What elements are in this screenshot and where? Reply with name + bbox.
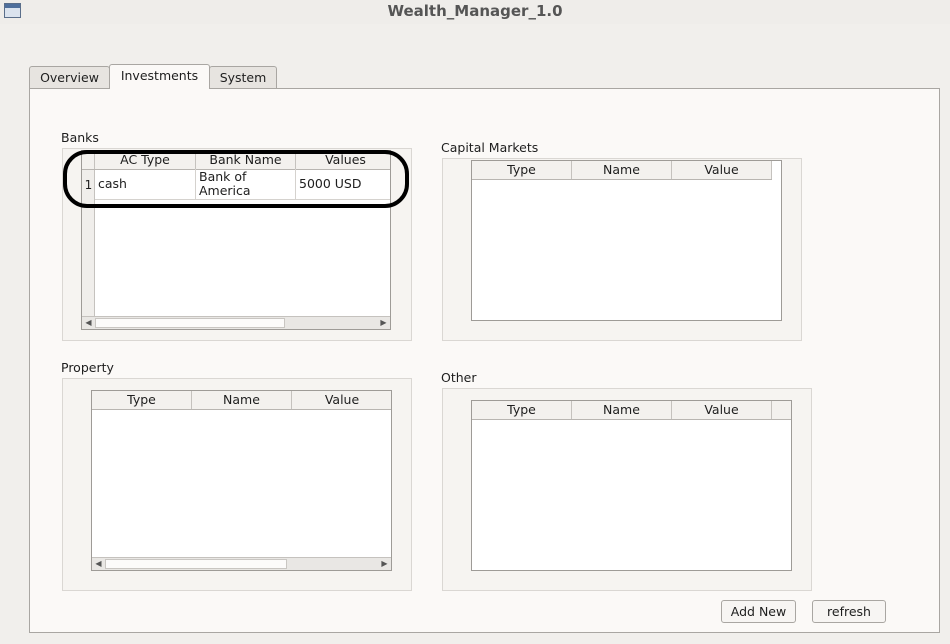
- column-header-name[interactable]: Name: [572, 161, 672, 179]
- title-bar: Wealth_Manager_1.0: [0, 0, 950, 24]
- column-header-type[interactable]: Type: [92, 391, 192, 409]
- cell-values[interactable]: 5000 USD: [296, 169, 390, 200]
- banks-table-header: AC Type Bank Name Values: [82, 151, 390, 170]
- column-header-values[interactable]: Values: [296, 151, 390, 169]
- other-table[interactable]: Type Name Value: [471, 400, 792, 571]
- refresh-button[interactable]: refresh: [812, 600, 886, 623]
- column-header-ac-type[interactable]: AC Type: [95, 151, 196, 169]
- column-header-name[interactable]: Name: [572, 401, 672, 419]
- other-label: Other: [441, 370, 477, 385]
- property-horizontal-scrollbar[interactable]: ◀ ▶: [92, 557, 391, 570]
- column-header-value[interactable]: Value: [672, 161, 772, 179]
- column-header-bank-name[interactable]: Bank Name: [196, 151, 296, 169]
- cell-ac-type[interactable]: cash: [95, 169, 196, 200]
- column-header-type[interactable]: Type: [472, 161, 572, 179]
- other-table-header: Type Name Value: [472, 401, 791, 420]
- add-new-button[interactable]: Add New: [721, 600, 796, 623]
- row-number[interactable]: 1: [82, 178, 95, 192]
- property-table-header: Type Name Value: [92, 391, 391, 410]
- property-label: Property: [61, 360, 114, 375]
- bank-name-line-1: Bank of: [199, 169, 247, 184]
- scroll-right-arrow-icon[interactable]: ▶: [378, 558, 391, 570]
- capital-markets-label: Capital Markets: [441, 140, 539, 155]
- capital-markets-table-header: Type Name Value: [472, 161, 772, 180]
- cell-bank-name[interactable]: Bank of America: [196, 169, 296, 200]
- banks-label: Banks: [61, 130, 99, 145]
- bank-name-line-2: America: [199, 183, 251, 198]
- column-header-name[interactable]: Name: [192, 391, 292, 409]
- scroll-right-arrow-icon[interactable]: ▶: [377, 317, 390, 329]
- column-header-type[interactable]: Type: [472, 401, 572, 419]
- scrollbar-thumb[interactable]: [105, 559, 287, 569]
- scroll-left-arrow-icon[interactable]: ◀: [82, 317, 95, 329]
- window-title: Wealth_Manager_1.0: [387, 2, 563, 20]
- banks-table[interactable]: AC Type Bank Name Values 1 cash Bank of …: [81, 150, 391, 330]
- capital-markets-table[interactable]: Type Name Value: [471, 160, 782, 321]
- corner-cell[interactable]: [82, 151, 95, 169]
- scroll-left-arrow-icon[interactable]: ◀: [92, 558, 105, 570]
- column-header-value[interactable]: Value: [292, 391, 391, 409]
- tab-investments[interactable]: Investments: [109, 64, 210, 89]
- tab-system[interactable]: System: [209, 66, 277, 88]
- scrollbar-thumb[interactable]: [95, 318, 285, 328]
- tab-overview[interactable]: Overview: [29, 66, 110, 88]
- column-header-value[interactable]: Value: [672, 401, 772, 419]
- banks-horizontal-scrollbar[interactable]: ◀ ▶: [82, 316, 390, 329]
- property-table[interactable]: Type Name Value ◀ ▶: [91, 390, 392, 571]
